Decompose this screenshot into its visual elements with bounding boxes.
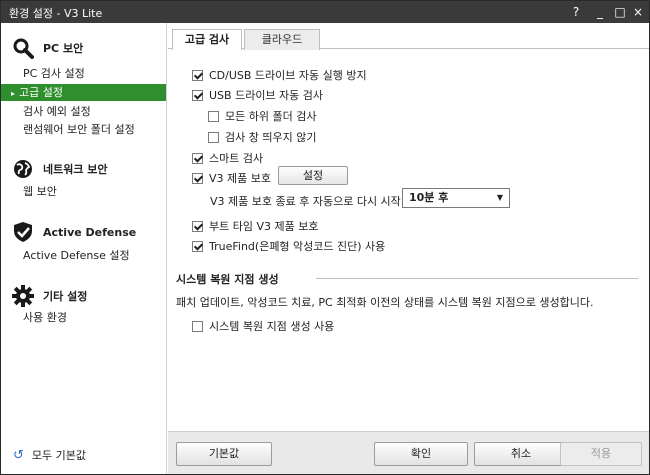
v3-protect-settings-button[interactable]: 설정 xyxy=(278,166,348,185)
sidebar: PC 보안 PC 검사 설정 ▸ 고급 설정 검사 예외 설정 랜섬웨어 보안 폴… xyxy=(1,23,167,474)
minimize-icon[interactable]: _ xyxy=(591,3,609,21)
chevron-down-icon: ▼ xyxy=(496,193,503,202)
checkbox[interactable] xyxy=(192,172,203,184)
ok-button[interactable]: 확인 xyxy=(374,442,468,466)
option-label: USB 드라이브 자동 검사 xyxy=(209,89,324,102)
section-pc-security: PC 보안 xyxy=(11,37,83,59)
option-truefind[interactable]: TrueFind(은폐형 악성코드 진단) 사용 xyxy=(192,238,385,254)
chevron-right-icon: ▸ xyxy=(11,89,16,98)
section-title: 기타 설정 xyxy=(43,290,88,303)
sidebar-item-active-defense-settings[interactable]: Active Defense 설정 xyxy=(1,247,166,264)
sidebar-item-usage-environment[interactable]: 사용 환경 xyxy=(1,309,166,326)
checkbox[interactable] xyxy=(208,131,219,143)
restart-delay-select[interactable]: 10분 후 ▼ xyxy=(402,188,510,208)
window-title: 환경 설정 - V3 Lite xyxy=(9,7,103,20)
globe-icon xyxy=(11,158,35,180)
tab-advanced-scan[interactable]: 고급 검사 xyxy=(172,29,242,50)
sidebar-item-ransomware-folder[interactable]: 랜섬웨어 보안 폴더 설정 xyxy=(1,121,166,138)
option-label: 부트 타임 V3 제품 보호 xyxy=(209,220,319,233)
option-label: 스마트 검사 xyxy=(209,152,264,165)
apply-button[interactable]: 적용 xyxy=(560,442,642,466)
settings-window: 환경 설정 - V3 Lite ? _ □ × PC 보안 PC 검사 설정 ▸… xyxy=(0,0,650,475)
undo-icon: ↺ xyxy=(13,447,24,463)
main-panel: 고급 검사 클라우드 CD/USB 드라이브 자동 실행 방지 USB 드라이브… xyxy=(168,23,649,431)
gear-icon xyxy=(11,285,35,307)
help-icon[interactable]: ? xyxy=(567,3,585,21)
section-network-security: 네트워크 보안 xyxy=(11,158,108,180)
maximize-icon[interactable]: □ xyxy=(611,3,629,21)
option-smart-scan[interactable]: 스마트 검사 xyxy=(192,150,263,166)
option-v3-protect[interactable]: V3 제품 보호 xyxy=(192,170,271,186)
option-label: 검사 창 띄우지 않기 xyxy=(225,131,317,144)
footer-bar: 기본값 확인 취소 적용 xyxy=(168,431,649,474)
option-label: V3 제품 보호 xyxy=(209,172,271,185)
section-active-defense: Active Defense xyxy=(11,221,136,243)
checkbox[interactable] xyxy=(192,152,203,164)
sidebar-item-scan-exclusions[interactable]: 검사 예외 설정 xyxy=(1,103,166,120)
section-other-settings: 기타 설정 xyxy=(11,285,87,307)
section-title: PC 보안 xyxy=(43,42,84,55)
restore-point-title: 시스템 복원 지점 생성 xyxy=(176,273,279,286)
option-restore-point[interactable]: 시스템 복원 지점 생성 사용 xyxy=(192,318,334,334)
reset-all-link[interactable]: ↺ 모두 기본값 xyxy=(13,447,86,463)
sidebar-item-pc-scan-settings[interactable]: PC 검사 설정 xyxy=(1,65,166,82)
option-usb-auto-scan[interactable]: USB 드라이브 자동 검사 xyxy=(192,87,323,103)
section-title: 네트워크 보안 xyxy=(43,163,108,176)
option-label: CD/USB 드라이브 자동 실행 방지 xyxy=(209,69,367,82)
checkbox[interactable] xyxy=(192,69,203,81)
checkbox[interactable] xyxy=(192,89,203,101)
default-button[interactable]: 기본값 xyxy=(176,442,272,466)
sidebar-item-advanced-settings[interactable]: ▸ 고급 설정 xyxy=(1,84,166,101)
sidebar-item-web-security[interactable]: 웹 보안 xyxy=(1,183,166,200)
option-label: TrueFind(은폐형 악성코드 진단) 사용 xyxy=(209,240,386,253)
tab-cloud[interactable]: 클라우드 xyxy=(244,29,320,50)
checkbox[interactable] xyxy=(192,320,203,332)
option-label: 모든 하위 폴더 검사 xyxy=(225,110,317,123)
title-bar: 환경 설정 - V3 Lite ? _ □ × xyxy=(1,1,649,23)
option-all-subfolders[interactable]: 모든 하위 폴더 검사 xyxy=(208,108,316,124)
checkbox[interactable] xyxy=(192,240,203,252)
close-icon[interactable]: × xyxy=(629,3,647,21)
reset-all-label: 모두 기본값 xyxy=(31,449,87,462)
sidebar-item-label: 고급 설정 xyxy=(19,86,63,99)
option-usb-autorun-block[interactable]: CD/USB 드라이브 자동 실행 방지 xyxy=(192,67,367,83)
cancel-button[interactable]: 취소 xyxy=(474,442,568,466)
shield-check-icon xyxy=(11,221,35,243)
divider xyxy=(316,278,638,279)
search-icon xyxy=(11,37,35,59)
option-no-scan-popup[interactable]: 검사 창 띄우지 않기 xyxy=(208,129,316,145)
restart-label: V3 제품 보호 종료 후 자동으로 다시 시작 xyxy=(210,195,401,208)
tab-bar: 고급 검사 클라우드 xyxy=(168,27,649,50)
option-boot-time-protect[interactable]: 부트 타임 V3 제품 보호 xyxy=(192,218,318,234)
restore-point-description: 패치 업데이트, 악성코드 치료, PC 최적화 이전의 상태를 시스템 복원 … xyxy=(176,296,594,309)
select-value: 10분 후 xyxy=(409,191,449,204)
option-label: 시스템 복원 지점 생성 사용 xyxy=(209,320,335,333)
checkbox[interactable] xyxy=(208,110,219,122)
section-title: Active Defense xyxy=(43,225,137,239)
checkbox[interactable] xyxy=(192,220,203,232)
